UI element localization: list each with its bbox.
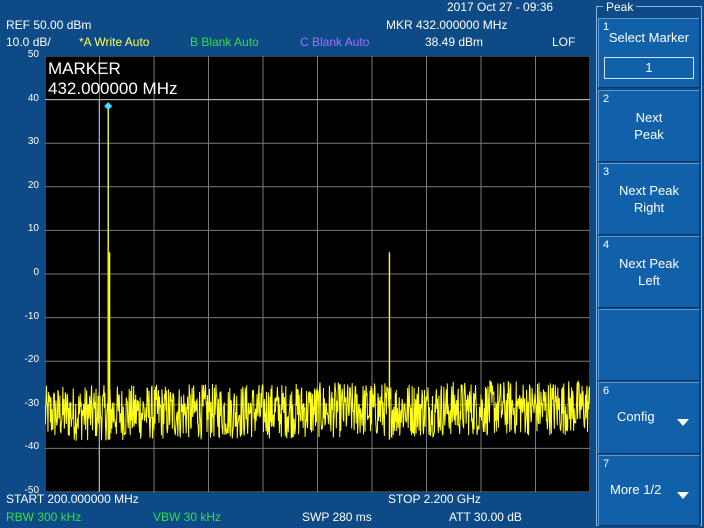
y-tick-label: 50 <box>27 49 39 60</box>
select-marker-softkey[interactable]: 1 Select Marker 1 <box>598 18 700 88</box>
trace-c-label: C Blank Auto <box>300 35 370 49</box>
scale-label: 10.0 dB/ <box>6 35 51 49</box>
softkey-label: Next Peak <box>634 110 664 142</box>
y-tick-label: 10 <box>27 223 39 235</box>
softkey-number: 7 <box>603 458 610 470</box>
dropdown-arrow-icon <box>677 487 689 502</box>
softkey-number: 6 <box>603 385 610 397</box>
blank-softkey[interactable] <box>598 309 700 381</box>
softkey-label: Next Peak Right <box>619 183 679 215</box>
softkey-number: 3 <box>603 166 610 178</box>
y-tick-label: -10 <box>24 310 39 322</box>
start-freq-label: START 200.000000 MHz <box>6 492 139 506</box>
softkey-number: 4 <box>603 239 610 251</box>
datetime-label: 2017 Oct 27 - 09:36 <box>447 0 554 14</box>
marker-readout-freq: MKR 432.000000 MHz <box>386 18 508 32</box>
marker-number-value: 1 <box>645 60 653 75</box>
marker-box-title: MARKER <box>48 59 121 78</box>
softkey-panel-title: Peak <box>603 0 637 14</box>
next-peak-left-softkey[interactable]: 4 Next Peak Left <box>598 236 700 308</box>
marker-box-freq: 432.000000 MHz <box>48 79 178 98</box>
marker-box: MARKER 432.000000 MHz <box>48 59 177 99</box>
dropdown-arrow-icon <box>677 414 689 429</box>
trace-a-label: *A Write Auto <box>79 35 150 49</box>
trace-b-label: B Blank Auto <box>190 35 259 49</box>
config-softkey[interactable]: 6 Config <box>598 382 700 454</box>
y-tick-label: 0 <box>33 267 39 278</box>
ref-level-label: REF 50.00 dBm <box>6 18 92 32</box>
y-tick-label: -40 <box>24 441 39 453</box>
softkey-number: 2 <box>603 93 610 105</box>
attenuation-label: ATT 30.00 dB <box>449 510 522 524</box>
y-tick-label: -20 <box>24 354 39 366</box>
sweep-time-label: SWP 280 ms <box>302 510 372 524</box>
softkey-label: Next Peak Left <box>619 256 679 288</box>
next-peak-softkey[interactable]: 2 Next Peak <box>598 90 700 162</box>
vbw-label: VBW 30 kHz <box>153 510 222 524</box>
y-tick-label: 40 <box>27 92 39 104</box>
spectrum-display[interactable]: MARKER 432.000000 MHz <box>45 56 590 492</box>
marker-readout-level: 38.49 dBm <box>425 35 484 49</box>
next-peak-right-softkey[interactable]: 3 Next Peak Right <box>598 163 700 235</box>
spectrum-plot <box>45 56 590 492</box>
stop-freq-label: STOP 2.200 GHz <box>388 492 481 506</box>
more-softkey[interactable]: 7 More 1/2 <box>598 455 700 526</box>
marker-number-field[interactable]: 1 <box>604 57 694 79</box>
lof-indicator: LOF <box>552 35 576 49</box>
y-tick-label: -30 <box>24 397 39 409</box>
softkey-label: Select Marker <box>608 30 690 45</box>
y-tick-label: 20 <box>27 179 39 191</box>
rbw-label: RBW 300 kHz <box>6 510 82 524</box>
y-tick-label: 30 <box>27 136 39 148</box>
